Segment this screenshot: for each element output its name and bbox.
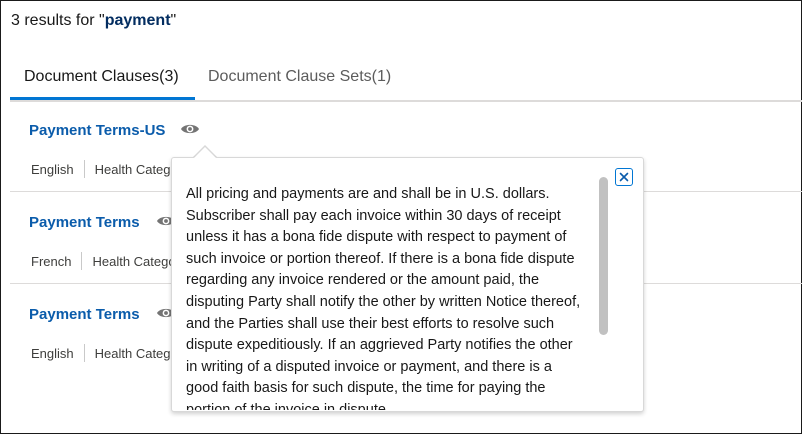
clause-title-link[interactable]: Payment Terms: [29, 306, 140, 323]
search-term: payment: [104, 12, 171, 29]
popover-nubbin-inner: [194, 147, 216, 158]
clause-title-link[interactable]: Payment Terms-US: [29, 122, 165, 139]
close-button[interactable]: [615, 168, 633, 186]
tab-bar: Document Clauses(3) Document Clause Sets…: [10, 60, 802, 102]
category-label: Health Catego: [94, 161, 178, 177]
language-label: English: [31, 161, 74, 177]
clause-meta: French Health Catego: [31, 252, 176, 270]
category-label: Health Catego: [92, 253, 176, 269]
clause-meta: English Health Catego: [31, 160, 178, 178]
meta-separator: [81, 252, 83, 270]
clause-meta: English Health Catego: [31, 344, 178, 362]
results-summary: 3 results for "payment": [11, 12, 177, 29]
meta-separator: [83, 160, 85, 178]
popover-scrollbar-thumb[interactable]: [599, 177, 608, 335]
clause-preview-popover: All pricing and payments are and shall b…: [171, 157, 644, 412]
language-label: French: [31, 253, 72, 269]
language-label: English: [31, 345, 74, 361]
meta-separator: [83, 344, 85, 362]
close-icon: [619, 172, 629, 182]
clause-title-link[interactable]: Payment Terms: [29, 214, 140, 231]
clause-preview-text: All pricing and payments are and shall b…: [186, 186, 581, 410]
tab-document-clauses[interactable]: Document Clauses(3): [24, 68, 179, 86]
tab-document-clause-sets[interactable]: Document Clause Sets(1): [208, 68, 391, 86]
eye-icon[interactable]: [180, 122, 200, 136]
category-label: Health Catego: [94, 345, 178, 361]
